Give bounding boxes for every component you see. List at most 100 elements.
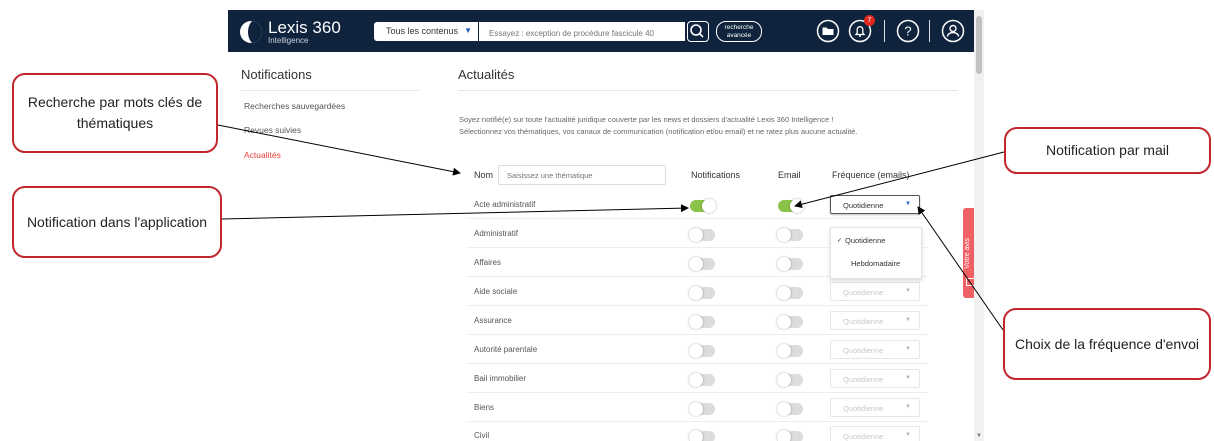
- email-toggle[interactable]: [777, 402, 803, 416]
- name-filter-label: Nom: [474, 170, 494, 180]
- chevron-down-icon: ▼: [905, 404, 911, 410]
- svg-text:?: ?: [904, 24, 911, 39]
- scrollbar[interactable]: ▼: [974, 10, 984, 441]
- notification-toggle[interactable]: [689, 344, 715, 358]
- notification-toggle[interactable]: [689, 228, 715, 242]
- callout-text: Choix de la fréquence d'envoi: [1014, 335, 1200, 352]
- chevron-down-icon: ▼: [905, 346, 911, 352]
- toolbar-separator: [884, 20, 885, 42]
- row-divider: [466, 334, 928, 335]
- theme-search-input[interactable]: [498, 165, 666, 185]
- frequency-select[interactable]: Quotidienne ▼: [830, 426, 920, 441]
- lexis-logo[interactable]: Lexis 360 Intelligence: [240, 19, 341, 45]
- column-header-email: Email: [778, 170, 801, 180]
- notification-toggle[interactable]: [689, 373, 715, 387]
- row-label: Bail immobilier: [474, 374, 527, 383]
- column-header-frequency: Fréquence (emails): [832, 170, 910, 180]
- notification-toggle[interactable]: [690, 199, 716, 213]
- search-icon: [690, 24, 704, 38]
- email-toggle[interactable]: [778, 199, 804, 213]
- logo-subtitle: Intelligence: [268, 36, 309, 45]
- intro-text-line2: Sélectionnez vos thématiques, vos canaux…: [459, 127, 858, 136]
- frequency-select[interactable]: Quotidienne ▼: [830, 311, 920, 330]
- notification-toggle[interactable]: [689, 286, 715, 300]
- row-divider: [466, 363, 928, 364]
- logo-text: Lexis 360 Intelligence: [268, 19, 341, 45]
- app-window: Lexis 360 Intelligence Tous les contenus…: [228, 10, 984, 441]
- frequency-select[interactable]: Quotidienne ▼: [830, 398, 920, 417]
- chevron-down-icon: ▼: [905, 317, 911, 323]
- email-toggle[interactable]: [777, 373, 803, 387]
- frequency-value: Quotidienne: [843, 317, 884, 326]
- folder-icon[interactable]: [816, 19, 840, 43]
- sidebar-item-news[interactable]: Actualités: [244, 150, 281, 160]
- notification-toggle[interactable]: [689, 315, 715, 329]
- frequency-select[interactable]: Quotidienne ▼: [830, 340, 920, 359]
- page-title: Actualités: [458, 67, 515, 82]
- row-divider: [466, 305, 928, 306]
- frequency-select[interactable]: Quotidienne ▼: [830, 195, 920, 214]
- callout-in-app-notification: Notification dans l'application: [12, 186, 222, 258]
- scroll-down-arrow[interactable]: ▼: [976, 433, 982, 439]
- email-toggle[interactable]: [777, 286, 803, 300]
- callout-text: Notification par mail: [1046, 142, 1169, 158]
- email-toggle[interactable]: [777, 344, 803, 358]
- callout-text: Recherche par mots clés de thématiques: [27, 94, 203, 131]
- divider: [241, 90, 419, 91]
- search-input[interactable]: [479, 22, 685, 41]
- row-label: Civil: [474, 431, 490, 440]
- row-label: Biens: [474, 403, 495, 412]
- frequency-select[interactable]: Quotidienne ▼: [830, 282, 920, 301]
- intro-text-line1: Soyez notifié(e) sur toute l'actualité j…: [459, 115, 834, 124]
- callout-frequency: Choix de la fréquence d'envoi: [1003, 308, 1211, 380]
- frequency-value: Quotidienne: [843, 201, 884, 210]
- row-label: Aide sociale: [474, 287, 518, 296]
- chevron-down-icon: ▼: [905, 288, 911, 294]
- notification-badge: 7: [864, 15, 875, 26]
- row-label: Administratif: [474, 229, 519, 238]
- check-icon: ✓: [837, 238, 843, 244]
- search-scope-select[interactable]: Tous les contenus ▼: [374, 22, 478, 41]
- callout-mail-notification: Notification par mail: [1004, 127, 1211, 174]
- email-toggle[interactable]: [777, 315, 803, 329]
- frequency-dropdown-menu: ✓ Quotidienne Hebdomadaire: [830, 227, 922, 279]
- notification-toggle[interactable]: [689, 430, 715, 441]
- row-divider: [466, 392, 928, 393]
- row-label: Affaires: [474, 258, 501, 267]
- logo-mark: [240, 21, 262, 43]
- email-toggle[interactable]: [777, 430, 803, 441]
- help-icon[interactable]: ?: [896, 19, 920, 43]
- frequency-value: Quotidienne: [843, 404, 884, 413]
- sidebar-item-followed-reviews[interactable]: Revues suivies: [244, 125, 301, 135]
- frequency-value: Quotidienne: [843, 346, 884, 355]
- email-toggle[interactable]: [777, 228, 803, 242]
- chevron-down-icon: ▼: [905, 201, 911, 207]
- frequency-option-daily[interactable]: Quotidienne: [845, 236, 885, 245]
- logo-name: Lexis 360: [268, 18, 341, 37]
- notification-toggle[interactable]: [689, 402, 715, 416]
- frequency-option-weekly[interactable]: Hebdomadaire: [851, 259, 900, 268]
- column-header-notifications: Notifications: [691, 170, 741, 180]
- row-divider: [466, 218, 928, 219]
- frequency-value: Quotidienne: [843, 288, 884, 297]
- frequency-select[interactable]: Quotidienne ▼: [830, 369, 920, 388]
- top-bar: Lexis 360 Intelligence Tous les contenus…: [228, 10, 984, 52]
- search-button[interactable]: [687, 21, 709, 42]
- scroll-thumb[interactable]: [976, 16, 982, 74]
- frequency-value: Quotidienne: [843, 432, 884, 441]
- notification-toggle[interactable]: [689, 257, 715, 271]
- row-label: Assurance: [474, 316, 512, 325]
- advanced-search-button[interactable]: recherche avancée: [716, 21, 762, 42]
- callout-text: Notification dans l'application: [26, 213, 208, 230]
- row-divider: [466, 421, 928, 422]
- user-icon[interactable]: [941, 19, 965, 43]
- row-label: Acte administratif: [474, 200, 536, 209]
- row-label: Autorité parentale: [474, 345, 538, 354]
- callout-keyword-search: Recherche par mots clés de thématiques: [12, 73, 218, 153]
- toolbar-separator: [929, 20, 930, 42]
- sidebar-item-saved-searches[interactable]: Recherches sauvegardées: [244, 101, 345, 111]
- sidebar-title: Notifications: [241, 67, 312, 82]
- email-toggle[interactable]: [777, 257, 803, 271]
- chevron-down-icon: ▼: [905, 432, 911, 438]
- chevron-down-icon: ▼: [464, 26, 472, 35]
